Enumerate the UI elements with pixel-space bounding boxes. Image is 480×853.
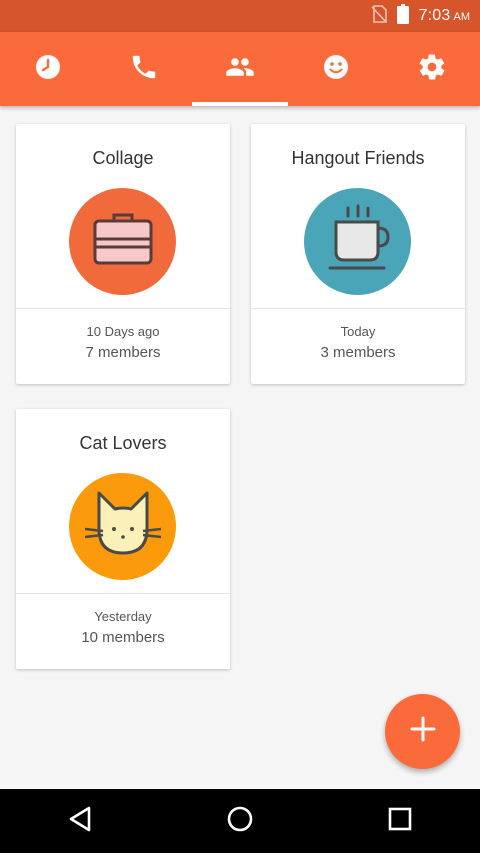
plus-icon <box>410 716 436 747</box>
group-name: Cat Lovers <box>79 433 167 453</box>
home-button[interactable] <box>210 791 270 851</box>
group-member-count: 10 members <box>81 629 165 646</box>
clock-icon <box>34 53 62 86</box>
group-card-hangout-friends[interactable]: Hangout Friends Today 3 members <box>251 124 465 384</box>
group-last-active: 10 Days ago <box>86 324 160 339</box>
cat-icon <box>83 489 163 564</box>
group-last-active: Today <box>340 324 376 339</box>
card-divider <box>251 308 465 309</box>
recents-square-icon <box>387 806 413 837</box>
tab-calls[interactable] <box>96 32 192 106</box>
no-sim-icon <box>370 4 387 28</box>
phone-icon <box>129 52 159 87</box>
group-avatar <box>304 188 411 295</box>
smiley-icon <box>322 53 350 86</box>
home-circle-icon <box>226 805 254 838</box>
system-nav-bar <box>0 789 480 853</box>
coffee-cup-icon <box>326 204 390 279</box>
tab-groups[interactable] <box>192 32 288 106</box>
group-name: Hangout Friends <box>291 148 425 168</box>
status-time: 7:03 <box>418 7 451 24</box>
group-avatar <box>69 473 176 580</box>
group-name: Collage <box>92 148 154 168</box>
card-divider <box>16 308 230 309</box>
recents-button[interactable] <box>370 791 430 851</box>
group-member-count: 7 members <box>85 344 161 361</box>
status-ampm: AM <box>453 11 471 23</box>
gear-icon <box>417 52 447 87</box>
battery-icon <box>396 3 409 29</box>
card-divider <box>16 593 230 594</box>
people-icon <box>224 52 256 87</box>
group-member-count: 3 members <box>320 344 396 361</box>
add-group-button[interactable] <box>385 694 460 769</box>
back-triangle-icon <box>67 805 93 838</box>
group-card-collage[interactable]: Collage 10 Days ago 7 members <box>16 124 230 384</box>
group-avatar <box>69 188 176 295</box>
group-last-active: Yesterday <box>94 609 152 624</box>
tab-settings[interactable] <box>384 32 480 106</box>
app-bar <box>0 32 480 106</box>
group-card-cat-lovers[interactable]: Cat Lovers Yesterday 10 members <box>16 409 230 669</box>
status-bar: 7:03 AM <box>0 0 480 32</box>
tab-recent[interactable] <box>0 32 96 106</box>
tab-emoji[interactable] <box>288 32 384 106</box>
back-button[interactable] <box>50 791 110 851</box>
briefcase-icon <box>92 211 154 272</box>
